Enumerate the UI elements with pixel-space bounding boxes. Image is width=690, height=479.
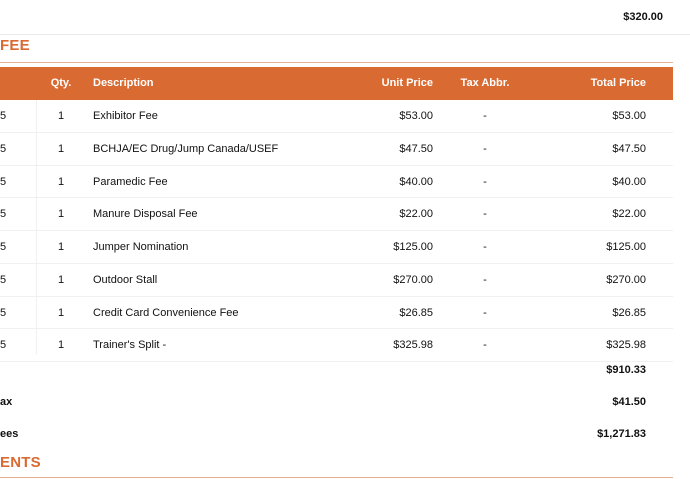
header-tax-abbr: Tax Abbr. [460, 77, 510, 89]
fee-section-divider [0, 62, 673, 63]
subtotal-row: $910.33 [0, 364, 673, 395]
row-qty: 1 [57, 339, 65, 352]
tax-label: ax [0, 396, 13, 408]
row-tax: - [483, 208, 487, 221]
row-date: 5 [0, 273, 7, 286]
payments-section-divider [0, 477, 673, 478]
header-qty: Qty. [50, 77, 72, 89]
fee-table-body: 5 1 Exhibitor Fee $53.00 - $53.00 5 1 BC… [0, 100, 673, 362]
row-qty: 1 [57, 175, 65, 188]
table-row: 5 1 Outdoor Stall $270.00 - $270.00 [0, 264, 673, 297]
row-date: 5 [0, 241, 7, 253]
row-description: BCHJA/EC Drug/Jump Canada/USEF [93, 142, 279, 155]
row-tax: - [483, 339, 487, 352]
row-description: Outdoor Stall [93, 273, 158, 286]
row-date: 5 [0, 175, 7, 188]
row-description: Exhibitor Fee [93, 110, 158, 122]
tax-value: $41.50 [612, 396, 646, 408]
row-total: $270.00 [606, 273, 646, 286]
header-description: Description [93, 77, 154, 89]
row-total: $325.98 [606, 339, 646, 352]
row-total: $125.00 [606, 241, 646, 253]
row-total: $22.00 [612, 208, 646, 221]
payments-section-title: ENTS [0, 454, 41, 471]
row-description: Paramedic Fee [93, 175, 168, 188]
row-unit-price: $22.00 [399, 208, 433, 221]
fee-section-title: FEE [0, 37, 30, 54]
table-row: 5 1 BCHJA/EC Drug/Jump Canada/USEF $47.5… [0, 133, 673, 166]
row-unit-price: $47.50 [399, 142, 433, 155]
table-row: 5 1 Manure Disposal Fee $22.00 - $22.00 [0, 198, 673, 231]
total-fees-label: ees [0, 428, 19, 440]
table-row: 5 1 Trainer's Split - $325.98 - $325.98 [0, 329, 673, 362]
row-qty: 1 [57, 273, 65, 286]
row-date: 5 [0, 208, 7, 221]
header-unit-price: Unit Price [381, 77, 433, 89]
row-description: Trainer's Split - [93, 339, 167, 352]
fee-table-header: Qty. Description Unit Price Tax Abbr. To… [0, 67, 673, 100]
row-qty: 1 [57, 142, 65, 155]
row-tax: - [483, 273, 487, 286]
row-tax: - [483, 306, 487, 319]
row-unit-price: $125.00 [393, 241, 433, 253]
row-date: 5 [0, 339, 7, 352]
row-unit-price: $26.85 [399, 306, 433, 319]
total-fees-row: ees $1,271.83 [0, 428, 673, 459]
row-tax: - [483, 175, 487, 188]
row-qty: 1 [57, 306, 65, 319]
subtotal-value: $910.33 [606, 364, 646, 376]
row-tax: - [483, 241, 487, 253]
row-date: 5 [0, 306, 7, 319]
table-row: 5 1 Paramedic Fee $40.00 - $40.00 [0, 166, 673, 199]
row-qty: 1 [57, 241, 65, 253]
row-unit-price: $325.98 [393, 339, 433, 352]
header-total-price: Total Price [590, 77, 646, 89]
row-unit-price: $270.00 [393, 273, 433, 286]
previous-section-total-row: $320.00 [0, 0, 690, 35]
row-qty: 1 [57, 208, 65, 221]
row-total: $26.85 [612, 306, 646, 319]
table-row: 5 1 Credit Card Convenience Fee $26.85 -… [0, 297, 673, 330]
previous-section-total: $320.00 [623, 11, 663, 23]
row-date: 5 [0, 142, 7, 155]
row-description: Credit Card Convenience Fee [93, 306, 239, 319]
table-row: 5 1 Jumper Nomination $125.00 - $125.00 [0, 231, 673, 264]
row-total: $40.00 [612, 175, 646, 188]
row-unit-price: $53.00 [399, 110, 433, 122]
row-tax: - [483, 142, 487, 155]
row-unit-price: $40.00 [399, 175, 433, 188]
table-row: 5 1 Exhibitor Fee $53.00 - $53.00 [0, 100, 673, 133]
row-description: Jumper Nomination [93, 241, 189, 253]
row-total: $53.00 [612, 110, 646, 122]
row-description: Manure Disposal Fee [93, 208, 198, 221]
row-date: 5 [0, 110, 7, 122]
tax-row: ax $41.50 [0, 396, 673, 427]
row-qty: 1 [57, 110, 65, 122]
row-total: $47.50 [612, 142, 646, 155]
row-tax: - [483, 110, 487, 122]
total-fees-value: $1,271.83 [597, 428, 646, 440]
